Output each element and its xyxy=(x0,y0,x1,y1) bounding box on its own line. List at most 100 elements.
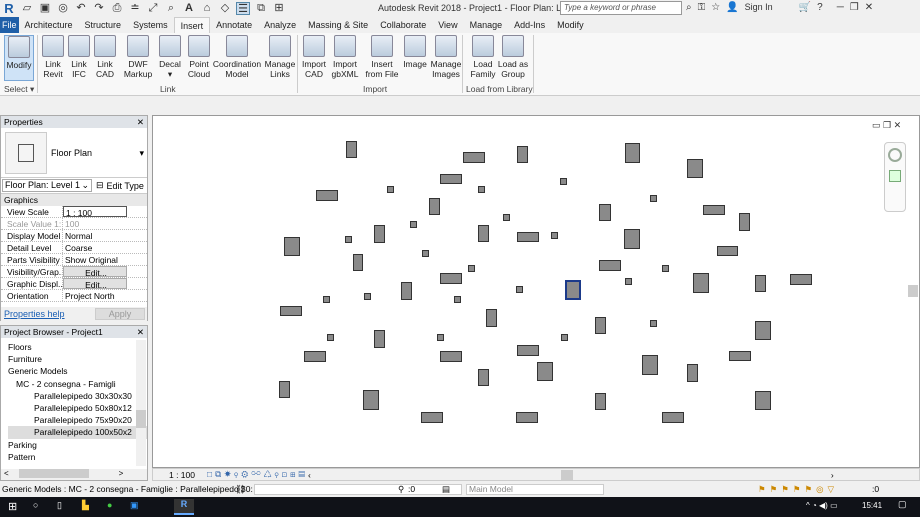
selection-filter-icons[interactable]: ⚑⚑⚑⚑⚑◎▽ xyxy=(758,482,838,497)
worksets-icon[interactable]: ⛓ xyxy=(235,482,246,497)
generic-model-element[interactable] xyxy=(662,265,669,272)
generic-model-element[interactable] xyxy=(595,393,606,410)
tab-collaborate[interactable]: Collaborate xyxy=(374,17,432,33)
property-value[interactable]: Project North xyxy=(63,290,127,301)
generic-model-element[interactable] xyxy=(429,198,440,215)
generic-model-element[interactable] xyxy=(454,296,461,303)
scroll-right-icon[interactable]: › xyxy=(831,470,834,480)
property-row[interactable]: Detail Level Coarse xyxy=(1,242,147,254)
undo-icon[interactable]: ↶ xyxy=(74,2,88,15)
browser-item[interactable]: Parallelepipedo 100x50x2 xyxy=(8,426,147,439)
generic-model-element[interactable] xyxy=(595,317,606,334)
link-cad-button[interactable]: Link CAD xyxy=(93,35,117,79)
tab-systems[interactable]: Systems xyxy=(127,17,174,33)
print-icon[interactable]: ⎙ xyxy=(110,2,124,15)
generic-model-element[interactable] xyxy=(327,334,334,341)
generic-model-element[interactable] xyxy=(517,146,528,163)
browser-item[interactable]: MC - 2 consegna - Famigli xyxy=(8,378,147,390)
browser-h-scrollbar[interactable]: < > xyxy=(1,469,147,480)
edit-type-icon[interactable]: ⊟ xyxy=(96,180,104,191)
steering-wheel-icon[interactable] xyxy=(888,148,902,162)
generic-model-element[interactable] xyxy=(363,390,379,410)
generic-model-element[interactable] xyxy=(561,334,568,341)
system-tray-icons[interactable]: ^ ◔ ◀) ▭ xyxy=(806,501,838,510)
generic-model-element[interactable] xyxy=(516,286,523,293)
generic-model-element[interactable] xyxy=(625,143,640,163)
generic-model-element[interactable] xyxy=(703,205,725,215)
generic-model-element[interactable] xyxy=(422,250,429,257)
manage-images-button[interactable]: Manage Images xyxy=(430,35,462,79)
type-selector[interactable]: Floor Plan ▾ xyxy=(1,128,147,178)
search-input[interactable]: Type a keyword or phrase xyxy=(560,1,682,15)
generic-model-element[interactable] xyxy=(517,345,539,356)
property-value[interactable]: Show Original xyxy=(63,254,127,265)
load-as-group-button[interactable]: Load as Group xyxy=(497,35,529,79)
tab-file[interactable]: File xyxy=(0,17,19,33)
modify-button[interactable]: Modify xyxy=(4,35,34,81)
generic-model-element[interactable] xyxy=(279,381,290,398)
tab-massing-site[interactable]: Massing & Site xyxy=(302,17,374,33)
generic-model-element[interactable] xyxy=(687,364,698,382)
point-cloud-button[interactable]: Point Cloud xyxy=(186,35,212,79)
property-row[interactable]: Display Model Normal xyxy=(1,230,147,242)
generic-model-element[interactable] xyxy=(440,174,462,184)
generic-model-element[interactable] xyxy=(284,237,300,256)
generic-model-element[interactable] xyxy=(410,221,417,228)
star-icon[interactable]: ☆ xyxy=(711,2,720,13)
text-icon[interactable]: A xyxy=(182,2,196,15)
browser-item[interactable]: Furniture xyxy=(8,353,147,365)
subscription-icon[interactable]: ⚿ xyxy=(698,2,706,13)
generic-model-element[interactable] xyxy=(551,232,558,239)
browser-item[interactable]: Floors xyxy=(8,341,147,353)
close-view-icon[interactable]: ✕ xyxy=(894,120,902,130)
generic-model-element[interactable] xyxy=(717,246,738,256)
minimize-view-icon[interactable]: ▭ xyxy=(872,120,881,130)
sync-icon[interactable]: ◎ xyxy=(56,2,70,15)
link-revit-button[interactable]: Link Revit xyxy=(40,35,66,79)
generic-model-element[interactable] xyxy=(729,351,751,361)
generic-model-element[interactable] xyxy=(739,213,750,231)
generic-model-element[interactable] xyxy=(650,195,657,202)
generic-model-element[interactable] xyxy=(440,273,462,284)
generic-model-element[interactable] xyxy=(624,229,640,249)
insert-from-file-button[interactable]: Insert from File xyxy=(365,35,399,79)
coordination-model-button[interactable]: Coordination Model xyxy=(212,35,262,79)
workset-dropdown[interactable] xyxy=(254,484,462,495)
property-value[interactable]: Coarse xyxy=(63,242,127,253)
tab-insert[interactable]: Insert xyxy=(173,17,211,33)
section-icon[interactable]: ◇ xyxy=(218,2,232,15)
tab-add-ins[interactable]: Add-Ins xyxy=(508,17,551,33)
measure-icon[interactable]: ≐ xyxy=(128,2,142,15)
horizontal-scrollbar[interactable] xyxy=(560,469,573,480)
import-cad-button[interactable]: Import CAD xyxy=(300,35,328,79)
generic-model-element[interactable] xyxy=(316,190,338,201)
ribbon-group-label[interactable]: Select ▾ xyxy=(4,84,34,95)
generic-model-element[interactable] xyxy=(687,159,703,178)
generic-model-element[interactable] xyxy=(478,225,489,242)
zoom-icon[interactable] xyxy=(889,170,901,182)
generic-model-element[interactable] xyxy=(486,309,497,327)
selected-generic-model[interactable] xyxy=(565,280,581,300)
image-button[interactable]: Image xyxy=(402,35,428,69)
generic-model-element[interactable] xyxy=(353,254,363,271)
generic-model-element[interactable] xyxy=(374,330,385,348)
dimension-icon[interactable]: ⤢ xyxy=(146,2,160,15)
generic-model-element[interactable] xyxy=(650,320,657,327)
property-value[interactable]: 100 xyxy=(63,218,127,229)
switch-windows-icon[interactable]: ⊞ xyxy=(272,2,286,15)
3d-view-icon[interactable]: ⌂ xyxy=(200,2,214,15)
generic-model-element[interactable] xyxy=(642,355,658,375)
generic-model-element[interactable] xyxy=(364,293,371,300)
generic-model-element[interactable] xyxy=(516,412,538,423)
manage-links-button[interactable]: Manage Links xyxy=(263,35,297,79)
photoshop-icon[interactable]: ▣ xyxy=(130,500,139,511)
save-icon[interactable]: ▣ xyxy=(38,2,52,15)
generic-model-element[interactable] xyxy=(468,265,475,272)
generic-model-element[interactable] xyxy=(345,236,352,243)
tab-annotate[interactable]: Annotate xyxy=(210,17,258,33)
design-options-icon[interactable]: ▤ xyxy=(442,482,450,497)
binoculars-icon[interactable]: ⌕ xyxy=(686,2,692,13)
property-row[interactable]: Graphic Displ... Edit... xyxy=(1,278,147,290)
property-row[interactable]: Scale Value 1: 100 xyxy=(1,218,147,230)
edit-type-button[interactable]: Edit Type xyxy=(107,181,144,191)
